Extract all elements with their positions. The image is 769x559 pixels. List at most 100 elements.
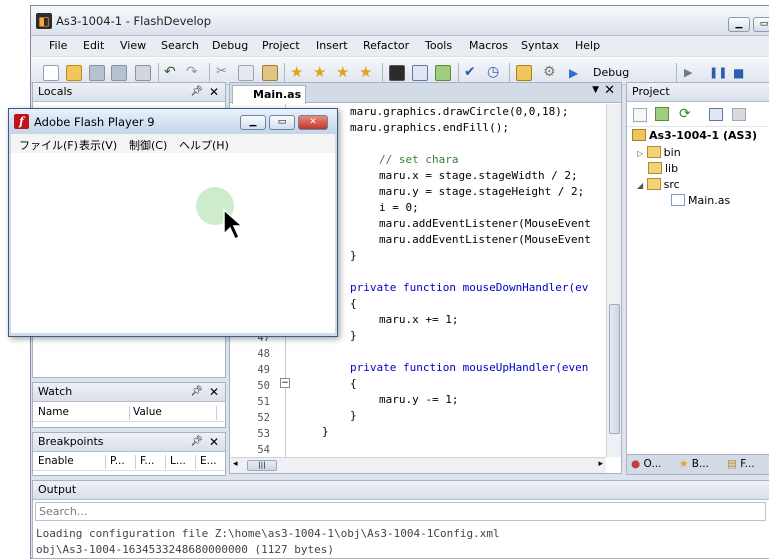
close-icon[interactable]: ✕ bbox=[209, 383, 219, 401]
code-line[interactable]: maru.addEventListener(MouseEvent bbox=[379, 233, 591, 246]
tab-main-as[interactable]: Main.as bbox=[232, 85, 306, 104]
menu-search[interactable]: Search bbox=[161, 39, 199, 52]
column-f[interactable]: F... bbox=[140, 455, 154, 467]
code-function-decl[interactable]: private function mouseDownHandler(ev bbox=[350, 281, 588, 294]
code-line[interactable]: } bbox=[322, 425, 329, 438]
code-line[interactable]: maru.graphics.endFill(); bbox=[350, 121, 509, 134]
refresh-icon[interactable]: ⟳ bbox=[679, 106, 691, 122]
new-item-icon[interactable] bbox=[633, 108, 647, 122]
check-syntax-icon[interactable]: ✔ bbox=[464, 65, 480, 81]
output-search-input[interactable]: Search... bbox=[35, 502, 766, 521]
vertical-scrollbar[interactable] bbox=[606, 104, 621, 457]
build-project-icon[interactable] bbox=[516, 65, 532, 81]
command-prompt-icon[interactable] bbox=[389, 65, 405, 81]
project-icon[interactable] bbox=[435, 65, 451, 81]
settings-gear-icon[interactable]: ⚙ bbox=[543, 65, 559, 81]
scroll-thumb[interactable]: ||| bbox=[247, 460, 277, 471]
tree-folder-lib[interactable]: lib bbox=[648, 162, 678, 175]
tree-file-main-as[interactable]: Main.as bbox=[671, 194, 730, 207]
add-item-icon[interactable] bbox=[655, 107, 669, 121]
fp-menu-control[interactable]: 制御(C) bbox=[129, 137, 167, 153]
code-line[interactable]: { bbox=[350, 377, 357, 390]
stop-icon[interactable]: ■ bbox=[733, 65, 749, 81]
column-p[interactable]: P... bbox=[110, 455, 125, 467]
continue-icon[interactable]: ▶ bbox=[684, 65, 700, 81]
code-line[interactable]: maru.y = stage.stageHeight / 2; bbox=[379, 185, 584, 198]
bookmark-next-icon[interactable]: ★ bbox=[313, 65, 329, 81]
expand-icon[interactable]: ▷ bbox=[637, 149, 643, 158]
code-line[interactable]: maru.addEventListener(MouseEvent bbox=[379, 217, 591, 230]
tab-bookmarks[interactable]: ★ B... bbox=[679, 458, 709, 470]
code-line[interactable]: i = 0; bbox=[379, 201, 419, 214]
save-icon[interactable] bbox=[89, 65, 105, 81]
code-line[interactable]: } bbox=[350, 249, 357, 262]
code-line[interactable]: maru.graphics.drawCircle(0,0,18); bbox=[350, 105, 569, 118]
column-name[interactable]: Name bbox=[38, 406, 69, 418]
fold-toggle-icon[interactable]: − bbox=[280, 378, 290, 388]
bookmark-prev-icon[interactable]: ★ bbox=[336, 65, 352, 81]
project-root[interactable]: As3-1004-1 (AS3) bbox=[632, 129, 757, 142]
undo-icon[interactable]: ↶ bbox=[164, 65, 180, 81]
cut-icon[interactable]: ✂ bbox=[216, 65, 232, 81]
fp-minimize-button[interactable]: ▁ bbox=[240, 115, 266, 130]
menu-macros[interactable]: Macros bbox=[469, 39, 508, 52]
fp-menu-view[interactable]: 表示(V) bbox=[79, 137, 117, 153]
menu-tools[interactable]: Tools bbox=[425, 39, 452, 52]
fp-maximize-button[interactable]: ▭ bbox=[269, 115, 295, 130]
bookmark-icon[interactable]: ★ bbox=[290, 65, 306, 81]
clock-icon[interactable]: ◷ bbox=[487, 65, 503, 81]
code-line[interactable]: maru.x = stage.stageWidth / 2; bbox=[379, 169, 578, 182]
print-icon[interactable] bbox=[135, 65, 151, 81]
pin-icon[interactable]: 📌︎ bbox=[190, 383, 203, 401]
save-all-icon[interactable] bbox=[111, 65, 127, 81]
scroll-left-icon[interactable]: ◂ bbox=[233, 459, 238, 469]
show-hidden-icon[interactable] bbox=[732, 108, 746, 121]
scroll-right-icon[interactable]: ▸ bbox=[598, 459, 603, 469]
pin-icon[interactable]: 📌︎ bbox=[190, 83, 203, 101]
menu-edit[interactable]: Edit bbox=[83, 39, 104, 52]
fp-menu-help[interactable]: ヘルプ(H) bbox=[179, 137, 229, 153]
menu-file[interactable]: File bbox=[49, 39, 67, 52]
paste-icon[interactable] bbox=[262, 65, 278, 81]
tab-files[interactable]: ▤ F... bbox=[727, 458, 755, 470]
menu-debug[interactable]: Debug bbox=[212, 39, 248, 52]
panels-icon[interactable] bbox=[412, 65, 428, 81]
copy-icon[interactable] bbox=[238, 65, 254, 81]
tree-folder-bin[interactable]: ▷ bin bbox=[637, 146, 681, 159]
code-line[interactable]: maru.x += 1; bbox=[379, 313, 458, 326]
run-icon[interactable]: ▶ bbox=[569, 65, 585, 81]
project-properties-icon[interactable] bbox=[709, 108, 723, 121]
menu-help[interactable]: Help bbox=[575, 39, 600, 52]
code-line[interactable]: maru.y -= 1; bbox=[379, 393, 458, 406]
menu-insert[interactable]: Insert bbox=[316, 39, 348, 52]
code-line[interactable]: { bbox=[350, 297, 357, 310]
collapse-icon[interactable]: ◢ bbox=[637, 181, 643, 190]
menu-refactor[interactable]: Refactor bbox=[363, 39, 409, 52]
tree-folder-src[interactable]: ◢ src bbox=[637, 178, 680, 191]
code-function-decl[interactable]: private function mouseUpHandler(even bbox=[350, 361, 588, 374]
close-tab-icon[interactable]: ✕ bbox=[604, 83, 615, 98]
new-file-icon[interactable] bbox=[43, 65, 59, 81]
close-icon[interactable]: ✕ bbox=[209, 433, 219, 451]
scroll-thumb[interactable] bbox=[609, 304, 620, 434]
minimize-button[interactable]: ▁ bbox=[728, 17, 750, 32]
close-icon[interactable]: ✕ bbox=[209, 83, 219, 101]
column-value[interactable]: Value bbox=[133, 406, 162, 418]
menu-view[interactable]: View bbox=[120, 39, 146, 52]
column-enable[interactable]: Enable bbox=[38, 455, 74, 467]
column-e[interactable]: E... bbox=[200, 455, 217, 467]
menu-syntax[interactable]: Syntax bbox=[521, 39, 559, 52]
code-comment[interactable]: // set chara bbox=[379, 153, 458, 166]
maximize-button[interactable]: ▭ bbox=[753, 17, 769, 32]
fp-close-button[interactable]: ✕ bbox=[298, 115, 328, 130]
tab-outline[interactable]: ● O... bbox=[631, 458, 661, 470]
pin-icon[interactable]: 📌︎ bbox=[190, 433, 203, 451]
menu-project[interactable]: Project bbox=[262, 39, 300, 52]
code-line[interactable]: } bbox=[350, 329, 357, 342]
open-folder-icon[interactable] bbox=[66, 65, 82, 81]
column-l[interactable]: L... bbox=[170, 455, 186, 467]
code-line[interactable]: } bbox=[350, 409, 357, 422]
pause-icon[interactable]: ❚❚ bbox=[709, 65, 727, 81]
tabs-dropdown-icon[interactable]: ▼ bbox=[592, 85, 599, 95]
configuration-select[interactable]: Debug bbox=[591, 64, 669, 82]
